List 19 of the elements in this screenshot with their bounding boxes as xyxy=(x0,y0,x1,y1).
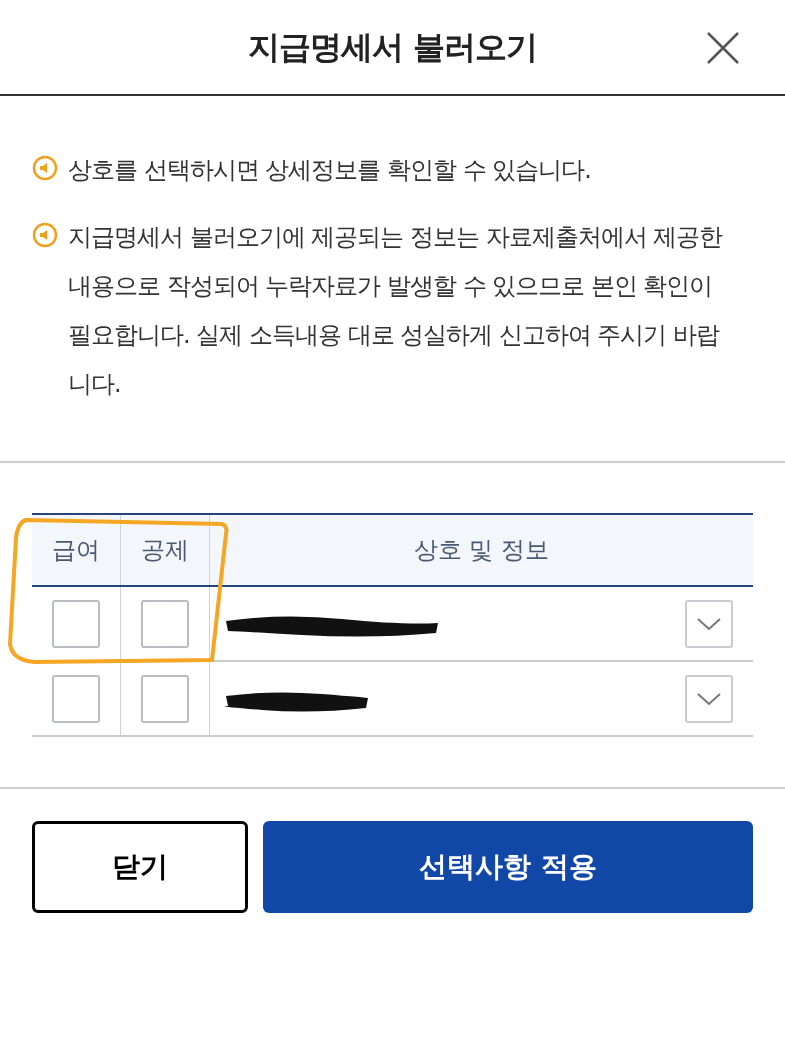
expand-toggle[interactable] xyxy=(685,674,733,723)
chevron-icon xyxy=(696,691,722,706)
chevron-icon xyxy=(696,616,722,631)
close-button[interactable]: 닫기 xyxy=(32,821,248,913)
checkbox[interactable] xyxy=(141,674,189,723)
column-header: 상호 및 정보 xyxy=(412,535,551,566)
speaker-icon xyxy=(32,222,58,248)
checkbox[interactable] xyxy=(52,599,100,648)
close-icon[interactable] xyxy=(705,30,741,66)
column-header: 급여 xyxy=(32,515,121,585)
speaker-icon xyxy=(32,155,58,181)
checkbox[interactable] xyxy=(141,599,189,648)
apply-button[interactable]: 선택사항 적용 xyxy=(263,821,753,913)
expand-toggle[interactable] xyxy=(685,599,733,648)
column-header: 공제 xyxy=(121,515,210,585)
notice-text: 상호를 선택하시면 상세정보를 확인할 수 있습니다. xyxy=(68,155,591,186)
dialog-title: 지급명세서 불러오기 xyxy=(247,27,538,68)
notice-text: 지급명세서 불러오기에 제공되는 정보는 자료제출처에서 제공한 내용으로 작성되어 누락자료가 발생할 수 있으므로 본인 확인이 필요합니다. 실제 소득내용 대로 성실하게 신고하여 주시기 바랍니다. xyxy=(68,222,724,400)
checkbox[interactable] xyxy=(52,674,100,723)
